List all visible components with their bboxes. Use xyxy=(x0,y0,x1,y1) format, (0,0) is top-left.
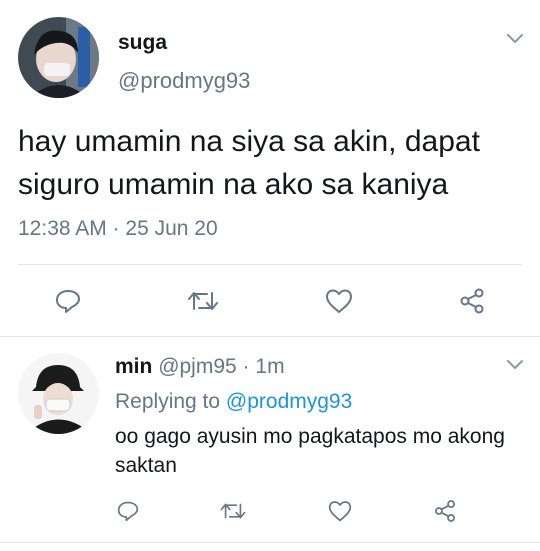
tweet-date: 25 Jun 20 xyxy=(125,217,218,240)
retweet-icon xyxy=(186,288,220,314)
chevron-down-icon[interactable] xyxy=(506,33,524,45)
reply-icon xyxy=(116,500,140,522)
tweet-text: hay umamin na siya sa akin, dapat siguro… xyxy=(18,125,480,201)
author-name[interactable]: suga xyxy=(118,31,167,55)
share-button[interactable] xyxy=(457,286,487,316)
share-icon xyxy=(432,498,458,524)
author-handle[interactable]: @prodmyg93 xyxy=(118,68,250,94)
like-button[interactable] xyxy=(327,499,353,523)
meta-separator: · xyxy=(112,217,120,240)
reply-author-handle[interactable]: @pjm95 xyxy=(158,355,237,378)
reply-author-avatar[interactable] xyxy=(18,353,99,434)
retweet-button[interactable] xyxy=(218,500,248,522)
replying-to-label: Replying to xyxy=(115,390,221,413)
retweet-button[interactable] xyxy=(186,288,220,314)
reply-header: min @pjm95 · 1m xyxy=(115,355,285,379)
share-icon xyxy=(457,286,487,316)
reply-button[interactable] xyxy=(53,288,83,314)
reply-age[interactable]: 1m xyxy=(255,355,284,378)
divider xyxy=(18,264,522,265)
retweet-icon xyxy=(219,500,247,522)
like-icon xyxy=(327,499,353,523)
divider xyxy=(0,542,540,543)
tweet-time: 12:38 AM xyxy=(18,217,107,240)
reply-icon xyxy=(54,288,82,314)
divider xyxy=(0,336,540,337)
meta-separator: · xyxy=(242,355,250,378)
reply-text: oo gago ayusin mo pagkatapos mo akong sa… xyxy=(115,425,505,477)
author-avatar[interactable] xyxy=(18,17,99,98)
reply-button[interactable] xyxy=(115,499,141,523)
replying-to-mention[interactable]: @prodmyg93 xyxy=(226,390,352,413)
share-button[interactable] xyxy=(432,498,458,524)
reply-author-name[interactable]: min xyxy=(115,355,152,378)
replying-to: Replying to @prodmyg93 xyxy=(115,390,352,414)
like-button[interactable] xyxy=(324,287,354,315)
chevron-down-icon[interactable] xyxy=(506,359,524,371)
tweet-timestamp[interactable]: 12:38 AM · 25 Jun 20 xyxy=(18,217,218,241)
like-icon xyxy=(324,287,354,315)
